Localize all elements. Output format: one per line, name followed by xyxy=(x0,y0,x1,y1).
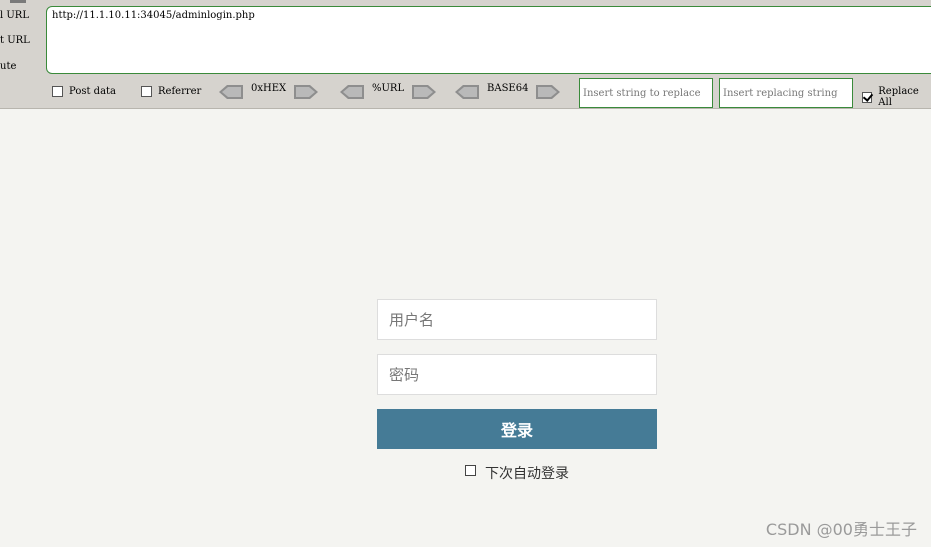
hex-label: 0xHEX xyxy=(251,82,287,94)
referrer-label: Referrer xyxy=(158,86,202,97)
urlenc-label: %URL xyxy=(372,82,405,94)
urlenc-left-arrow-icon[interactable] xyxy=(340,85,364,99)
watermark: CSDN @00勇士王子 xyxy=(765,520,917,539)
referrer-option[interactable]: Referrer xyxy=(141,86,201,97)
url-textarea[interactable]: http://11.1.10.11:34045/adminlogin.php xyxy=(46,6,931,74)
login-button[interactable]: 登录 xyxy=(377,409,657,449)
base64-right-arrow-icon[interactable] xyxy=(536,85,561,99)
username-input[interactable] xyxy=(377,299,657,340)
load-url-label[interactable]: l URL xyxy=(0,10,29,21)
hex-right-arrow-icon[interactable] xyxy=(294,85,319,99)
base64-encoder: BASE64 xyxy=(455,82,561,102)
password-input[interactable] xyxy=(377,354,657,395)
hex-encoder: 0xHEX xyxy=(219,82,319,102)
insert-string-input[interactable] xyxy=(579,78,713,108)
split-url-label[interactable]: t URL xyxy=(0,35,30,46)
base64-left-arrow-icon[interactable] xyxy=(455,85,479,99)
referrer-checkbox[interactable] xyxy=(141,86,152,97)
post-data-checkbox[interactable] xyxy=(52,86,63,97)
replace-all-option[interactable]: Replace All xyxy=(862,86,931,108)
remember-me-label: 下次自动登录 xyxy=(485,466,569,482)
hackbar-toolbar: l URL t URL ute http://11.1.10.11:34045/… xyxy=(0,0,931,109)
urlenc-right-arrow-icon[interactable] xyxy=(412,85,437,99)
toolbar-notch xyxy=(10,0,26,3)
post-data-option[interactable]: Post data xyxy=(52,86,116,97)
insert-replacing-input[interactable] xyxy=(719,78,853,108)
url-encoder: %URL xyxy=(340,82,437,102)
remember-me-option[interactable]: 下次自动登录 xyxy=(465,463,569,483)
hex-left-arrow-icon[interactable] xyxy=(219,85,243,99)
post-data-label: Post data xyxy=(69,86,117,97)
remember-me-checkbox[interactable] xyxy=(465,464,476,476)
replace-all-checkbox[interactable] xyxy=(862,91,873,103)
execute-label[interactable]: ute xyxy=(0,61,16,72)
base64-label: BASE64 xyxy=(487,82,529,94)
replace-all-label: Replace All xyxy=(878,86,919,108)
